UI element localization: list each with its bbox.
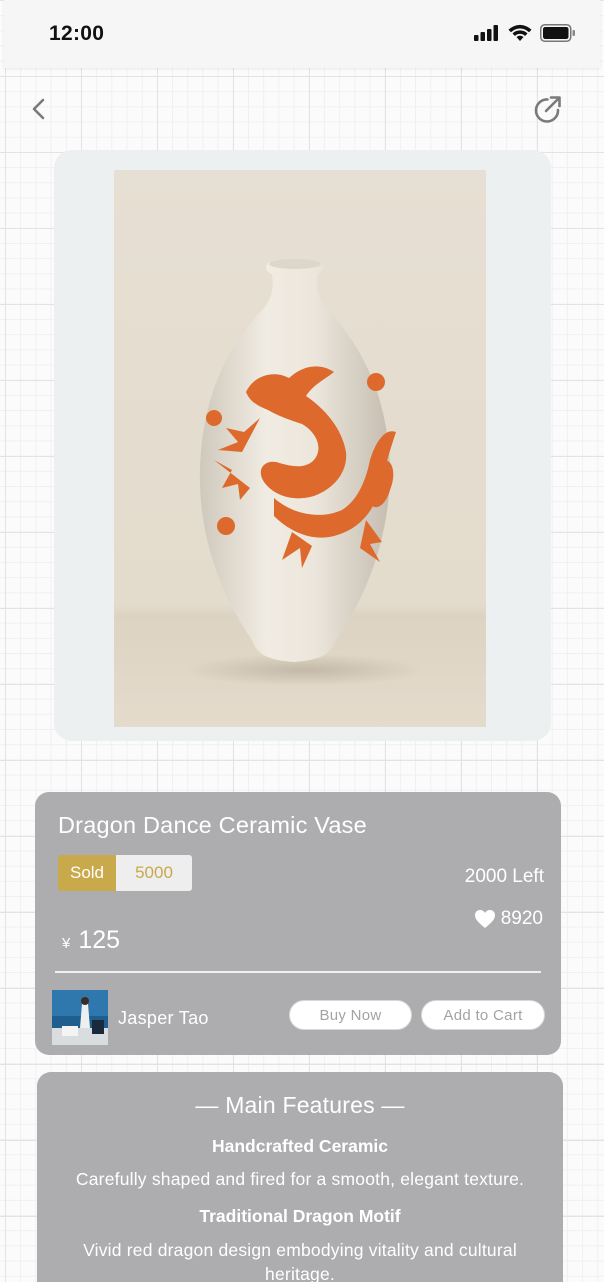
price: ¥ 125 — [62, 926, 120, 955]
sold-label: Sold — [58, 855, 116, 891]
product-info-card: Dragon Dance Ceramic Vase Sold 5000 2000… — [35, 792, 561, 1055]
buy-now-button[interactable]: Buy Now — [289, 1000, 412, 1030]
share-icon — [534, 96, 561, 123]
divider — [55, 971, 541, 973]
cellular-signal-icon — [474, 25, 500, 46]
like-count: 8920 — [500, 908, 543, 929]
sold-count: 5000 — [116, 855, 192, 891]
wifi-icon — [508, 24, 532, 47]
feature-description: Vivid red dragon design embodying vitali… — [83, 1240, 517, 1282]
features-heading: — Main Features — — [195, 1092, 405, 1118]
back-button[interactable] — [28, 96, 50, 122]
feature-title: Traditional Dragon Motif — [199, 1206, 401, 1226]
price-value: 125 — [78, 926, 121, 954]
status-icons — [474, 24, 576, 47]
product-image-card — [54, 150, 551, 741]
product-title: Dragon Dance Ceramic Vase — [58, 812, 367, 838]
share-button[interactable] — [532, 95, 562, 125]
feature-description: Carefully shaped and fired for a smooth,… — [75, 1169, 525, 1189]
add-to-cart-button[interactable]: Add to Cart — [421, 1000, 545, 1030]
price-currency: ¥ — [62, 935, 71, 952]
product-photo[interactable] — [114, 170, 486, 727]
seller-name[interactable]: Jasper Tao — [118, 1008, 209, 1029]
status-time: 12:00 — [49, 22, 105, 45]
seller-avatar[interactable] — [52, 990, 108, 1045]
feature-title: Handcrafted Ceramic — [211, 1136, 389, 1156]
battery-icon — [540, 24, 576, 47]
chevron-left-icon — [32, 98, 45, 120]
like-button[interactable]: 8920 — [474, 908, 543, 930]
features-card: — Main Features — Handcrafted Ceramic Ca… — [37, 1072, 563, 1282]
heart-icon — [474, 910, 495, 928]
stock-left: 2000 Left — [464, 866, 544, 887]
status-bar: 12:00 — [4, 0, 600, 68]
sold-badge: Sold 5000 — [58, 855, 192, 891]
